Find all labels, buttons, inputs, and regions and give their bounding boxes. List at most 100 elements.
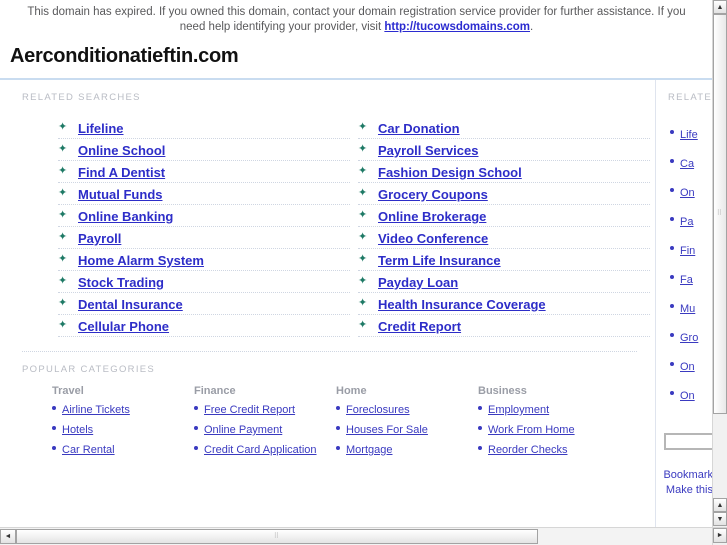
related-search-link[interactable]: Online Banking (78, 209, 173, 224)
related-search-item[interactable]: ✦ Health Insurance Coverage (358, 293, 650, 315)
sidebar-related-link[interactable]: On (680, 390, 695, 402)
related-search-link[interactable]: Credit Report (378, 319, 461, 334)
sidebar-related-item[interactable]: On (670, 357, 713, 386)
vertical-scroll-arrow-pair[interactable]: ▲ ▼ (713, 498, 727, 528)
related-search-item[interactable]: ✦ Stock Trading (58, 271, 350, 293)
related-search-link[interactable]: Payroll (78, 231, 121, 246)
list-item[interactable]: Online Payment (194, 421, 336, 441)
list-item[interactable]: Houses For Sale (336, 421, 478, 441)
scroll-up-button[interactable]: ▲ (713, 0, 727, 14)
related-search-item[interactable]: ✦ Lifeline (58, 117, 350, 139)
list-item[interactable]: Free Credit Report (194, 401, 336, 421)
sidebar-related-item[interactable]: Mu (670, 299, 713, 328)
related-search-item[interactable]: ✦ Mutual Funds (58, 183, 350, 205)
related-search-link[interactable]: Find A Dentist (78, 165, 165, 180)
category-link[interactable]: Mortgage (346, 444, 392, 456)
related-search-item[interactable]: ✦ Payday Loan (358, 271, 650, 293)
related-search-link[interactable]: Video Conference (378, 231, 488, 246)
horizontal-scrollbar[interactable]: ◄ ⠿ (0, 527, 713, 545)
list-item[interactable]: Airline Tickets (52, 401, 194, 421)
sidebar-related-item[interactable]: On (670, 183, 713, 212)
popular-categories-grid: Travel Airline Tickets Hotels Car Rental Fin… (0, 375, 655, 461)
scroll-left-button[interactable]: ◄ (0, 529, 16, 544)
sidebar-related-item[interactable]: Gro (670, 328, 713, 357)
related-search-item[interactable]: ✦ Online Brokerage (358, 205, 650, 227)
search-input[interactable] (664, 433, 713, 450)
sidebar-related-item[interactable]: Fin (670, 241, 713, 270)
scroll-right-button[interactable]: ► (713, 528, 727, 543)
sidebar-related-link[interactable]: Life (680, 129, 698, 141)
related-search-link[interactable]: Payroll Services (378, 143, 478, 158)
related-search-link[interactable]: Home Alarm System (78, 253, 204, 268)
category-link[interactable]: Houses For Sale (346, 424, 428, 436)
sidebar-related-link[interactable]: On (680, 361, 695, 373)
sidebar-related-item[interactable]: Ca (670, 154, 713, 183)
scroll-up-button-secondary[interactable]: ▲ (713, 498, 727, 512)
related-search-item[interactable]: ✦ Home Alarm System (58, 249, 350, 271)
list-item[interactable]: Mortgage (336, 441, 478, 461)
related-search-item[interactable]: ✦ Car Donation (358, 117, 650, 139)
related-search-item[interactable]: ✦ Payroll Services (358, 139, 650, 161)
dot-bullet-icon (670, 333, 674, 337)
sidebar-related-link[interactable]: Gro (680, 332, 698, 344)
sidebar-related-link[interactable]: Ca (680, 158, 694, 170)
list-item[interactable]: Hotels (52, 421, 194, 441)
scroll-down-button[interactable]: ▼ (713, 512, 727, 526)
category-link[interactable]: Employment (488, 404, 549, 416)
related-search-item[interactable]: ✦ Credit Report (358, 315, 650, 337)
related-search-link[interactable]: Health Insurance Coverage (378, 297, 546, 312)
list-item[interactable]: Foreclosures (336, 401, 478, 421)
make-homepage-link[interactable]: Make this (662, 483, 713, 498)
related-search-link[interactable]: Stock Trading (78, 275, 164, 290)
sidebar-related-item[interactable]: Pa (670, 212, 713, 241)
list-item[interactable]: Work From Home (478, 421, 620, 441)
sidebar-related-item[interactable]: Life (670, 125, 713, 154)
related-search-link[interactable]: Fashion Design School (378, 165, 522, 180)
related-search-link[interactable]: Term Life Insurance (378, 253, 501, 268)
vertical-scrollbar-thumb[interactable]: ⠿ (713, 14, 727, 414)
sidebar-related-link[interactable]: Mu (680, 303, 695, 315)
sidebar-related-link[interactable]: Fin (680, 245, 695, 257)
related-search-link[interactable]: Online Brokerage (378, 209, 486, 224)
category-link[interactable]: Foreclosures (346, 404, 410, 416)
category-link[interactable]: Hotels (62, 424, 93, 436)
related-search-link[interactable]: Mutual Funds (78, 187, 163, 202)
related-search-link[interactable]: Dental Insurance (78, 297, 183, 312)
category-link[interactable]: Work From Home (488, 424, 575, 436)
sidebar-related-link[interactable]: Fa (680, 274, 693, 286)
category-link[interactable]: Car Rental (62, 444, 115, 456)
related-search-link[interactable]: Lifeline (78, 121, 124, 136)
category-link[interactable]: Credit Card Application (204, 444, 317, 456)
related-search-item[interactable]: ✦ Fashion Design School (358, 161, 650, 183)
list-item[interactable]: Car Rental (52, 441, 194, 461)
related-search-item[interactable]: ✦ Grocery Coupons (358, 183, 650, 205)
related-search-item[interactable]: ✦ Cellular Phone (58, 315, 350, 337)
bookmark-link[interactable]: Bookmark (662, 468, 713, 483)
sidebar-related-item[interactable]: On (670, 386, 713, 415)
list-item[interactable]: Employment (478, 401, 620, 421)
related-search-link[interactable]: Grocery Coupons (378, 187, 488, 202)
category-link[interactable]: Online Payment (204, 424, 282, 436)
related-search-item[interactable]: ✦ Dental Insurance (58, 293, 350, 315)
category-link[interactable]: Free Credit Report (204, 404, 295, 416)
vertical-scrollbar[interactable]: ▲ ⠿ (712, 0, 727, 528)
related-search-link[interactable]: Car Donation (378, 121, 460, 136)
category-link[interactable]: Airline Tickets (62, 404, 130, 416)
related-search-item[interactable]: ✦ Online School (58, 139, 350, 161)
related-search-link[interactable]: Cellular Phone (78, 319, 169, 334)
related-search-item[interactable]: ✦ Online Banking (58, 205, 350, 227)
related-search-item[interactable]: ✦ Video Conference (358, 227, 650, 249)
sidebar-related-link[interactable]: Pa (680, 216, 693, 228)
related-search-link[interactable]: Payday Loan (378, 275, 458, 290)
list-item[interactable]: Reorder Checks (478, 441, 620, 461)
horizontal-scrollbar-thumb[interactable]: ⠿ (16, 529, 538, 544)
category-link[interactable]: Reorder Checks (488, 444, 567, 456)
list-item[interactable]: Credit Card Application (194, 441, 336, 461)
related-search-item[interactable]: ✦ Payroll (58, 227, 350, 249)
sidebar-related-link[interactable]: On (680, 187, 695, 199)
related-search-item[interactable]: ✦ Term Life Insurance (358, 249, 650, 271)
tucows-domains-link[interactable]: http://tucowsdomains.com (384, 21, 530, 33)
sidebar-related-item[interactable]: Fa (670, 270, 713, 299)
related-search-item[interactable]: ✦ Find A Dentist (58, 161, 350, 183)
related-search-link[interactable]: Online School (78, 143, 165, 158)
